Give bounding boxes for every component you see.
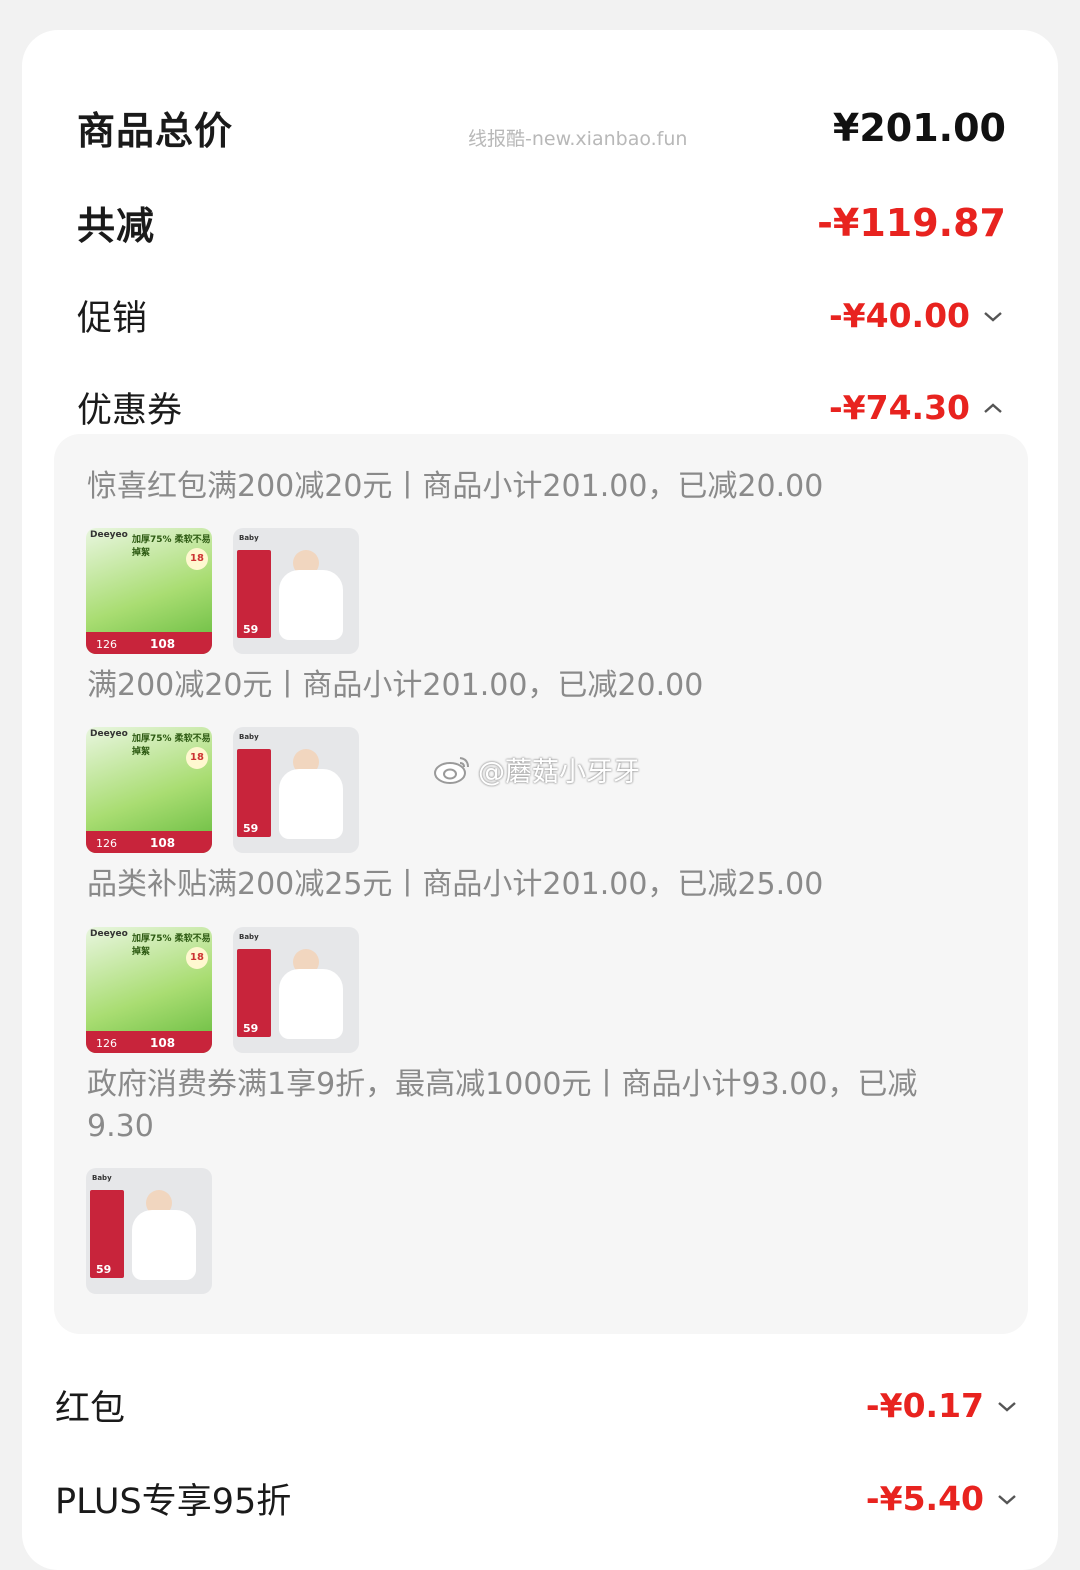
chevron-down-icon[interactable]	[994, 1393, 1020, 1419]
coupon-item-thumbs: Deeyeo 加厚75% 柔软不易掉絮 18 126 108 Baby 59	[86, 927, 359, 1053]
coupon-amount: -¥74.30	[828, 388, 970, 427]
total-reduction-row: 共减 -¥119.87	[77, 195, 1006, 250]
total-price-label: 商品总价	[77, 109, 234, 153]
thumb-price: 108	[150, 836, 176, 850]
total-reduction-label: 共减	[77, 204, 156, 248]
coupon-item-text: 政府消费券满1享9折，最高减1000元丨商品小计93.00，已减9.30	[87, 1067, 918, 1144]
coupon-label: 优惠券	[77, 391, 183, 431]
thumb-badge: 18	[186, 548, 208, 570]
product-thumb-towel[interactable]: Baby 59	[233, 528, 359, 654]
thumb-number: 59	[96, 1263, 112, 1276]
thumb-number: 59	[243, 822, 259, 835]
coupon-item-thumbs: Deeyeo 加厚75% 柔软不易掉絮 18 126 108 Baby 59	[86, 727, 359, 853]
plus-discount-label: PLUS专享95折	[55, 1482, 292, 1522]
weibo-logo-icon	[434, 756, 469, 784]
chevron-down-icon[interactable]	[994, 1486, 1020, 1512]
thumb-brand: Baby	[92, 1174, 112, 1182]
product-thumb-wipes[interactable]: Deeyeo 加厚75% 柔软不易掉絮 18 126 108	[86, 528, 212, 654]
coupon-item-text: 惊喜红包满200减20元丨商品小计201.00，已减20.00	[87, 469, 824, 504]
chevron-up-icon[interactable]	[980, 395, 1006, 421]
chevron-down-icon[interactable]	[980, 303, 1006, 329]
total-price-row: 商品总价 ¥201.00	[77, 100, 1006, 155]
thumb-badge: 18	[186, 747, 208, 769]
thumb-price-old: 126	[96, 1037, 117, 1050]
product-thumb-towel[interactable]: Baby 59	[86, 1168, 212, 1294]
red-packet-row[interactable]: 红包 -¥0.17	[55, 1380, 1020, 1431]
coupon-item-text: 满200减20元丨商品小计201.00，已减20.00	[87, 668, 704, 703]
promo-row[interactable]: 促销 -¥40.00	[77, 290, 1006, 341]
plus-discount-amount: -¥5.40	[865, 1479, 984, 1518]
thumb-brand: Deeyeo	[90, 729, 128, 739]
thumb-badge: 18	[186, 947, 208, 969]
total-reduction-amount: -¥119.87	[817, 200, 1006, 245]
thumb-brand: Baby	[239, 534, 259, 542]
coupon-item-thumbs: Baby 59	[86, 1168, 212, 1294]
thumb-brand: Deeyeo	[90, 530, 128, 540]
plus-discount-row[interactable]: PLUS专享95折 -¥5.40	[55, 1473, 1020, 1524]
weibo-watermark-text: @蘑菇小牙牙	[478, 757, 640, 788]
thumb-price-old: 126	[96, 638, 117, 651]
promo-label: 促销	[77, 299, 148, 339]
promo-amount: -¥40.00	[828, 296, 970, 335]
coupon-item-text: 品类补贴满200减25元丨商品小计201.00，已减25.00	[87, 867, 824, 902]
weibo-watermark: @蘑菇小牙牙	[432, 750, 640, 789]
coupon-row[interactable]: 优惠券 -¥74.30	[77, 382, 1006, 433]
thumb-brand: Baby	[239, 933, 259, 941]
coupon-detail-panel: 惊喜红包满200减20元丨商品小计201.00，已减20.00 Deeyeo 加…	[54, 434, 1028, 1334]
thumb-price-old: 126	[96, 837, 117, 850]
thumb-number: 59	[243, 623, 259, 636]
thumb-price: 108	[150, 637, 176, 651]
red-packet-amount: -¥0.17	[865, 1386, 984, 1425]
product-thumb-towel[interactable]: Baby 59	[233, 727, 359, 853]
product-thumb-wipes[interactable]: Deeyeo 加厚75% 柔软不易掉絮 18 126 108	[86, 927, 212, 1053]
product-thumb-towel[interactable]: Baby 59	[233, 927, 359, 1053]
product-thumb-wipes[interactable]: Deeyeo 加厚75% 柔软不易掉絮 18 126 108	[86, 727, 212, 853]
thumb-brand: Baby	[239, 733, 259, 741]
thumb-price: 108	[150, 1036, 176, 1050]
thumb-number: 59	[243, 1022, 259, 1035]
red-packet-label: 红包	[55, 1389, 126, 1429]
total-price-amount: ¥201.00	[832, 105, 1006, 150]
coupon-item-thumbs: Deeyeo 加厚75% 柔软不易掉絮 18 126 108 Baby 59	[86, 528, 359, 654]
thumb-brand: Deeyeo	[90, 929, 128, 939]
